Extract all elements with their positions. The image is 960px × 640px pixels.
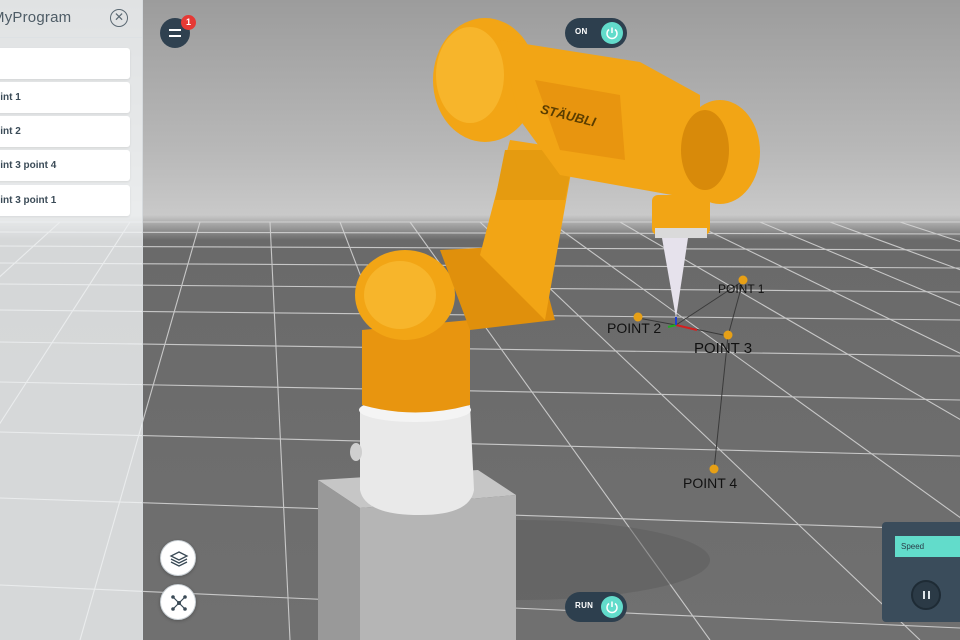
program-step[interactable]: point 3 point 1	[0, 185, 130, 216]
layers-button[interactable]	[160, 540, 196, 576]
point-4-label: POINT 4	[683, 475, 738, 491]
point-3-marker	[723, 330, 733, 340]
layers-icon	[169, 551, 189, 567]
program-step[interactable]	[0, 48, 130, 79]
trajectory	[637, 280, 744, 471]
speed-panel: Speed	[882, 522, 960, 622]
pedestal-side	[318, 480, 360, 640]
3d-viewport[interactable]: STÄUBLI POINT 1 POINT 2 POINT 3 POINT 4	[0, 0, 960, 640]
notification-badge: 1	[181, 15, 196, 30]
point-1-label: POINT 1	[718, 282, 765, 296]
point-4-marker	[709, 464, 719, 474]
close-panel-button[interactable]: ✕	[110, 9, 128, 27]
speed-control[interactable]: Speed	[895, 536, 960, 557]
power-toggle[interactable]: ON	[565, 18, 627, 48]
program-step[interactable]: point 1	[0, 82, 130, 113]
network-button[interactable]	[160, 584, 196, 620]
network-icon	[171, 595, 187, 611]
program-title: MyProgram	[0, 9, 72, 26]
pause-button[interactable]	[911, 580, 941, 610]
point-3-label: POINT 3	[694, 340, 753, 357]
power-toggle-label: ON	[575, 27, 588, 36]
run-knob	[601, 596, 623, 618]
program-step[interactable]: point 3 point 4	[0, 150, 130, 181]
power-icon	[606, 27, 618, 40]
run-toggle-label: RUN	[575, 601, 594, 610]
panel-header: MyProgram ✕	[0, 0, 142, 38]
pedestal-front	[360, 495, 516, 640]
run-toggle[interactable]: RUN	[565, 592, 627, 622]
close-icon: ✕	[113, 10, 125, 24]
program-step[interactable]: point 2	[0, 116, 130, 147]
point-2-label: POINT 2	[607, 320, 662, 336]
power-knob	[601, 22, 623, 44]
program-panel: MyProgram ✕ point 1 point 2 point 3 poin…	[0, 0, 143, 640]
timer-icon	[606, 601, 618, 614]
scene-svg	[0, 18, 960, 640]
